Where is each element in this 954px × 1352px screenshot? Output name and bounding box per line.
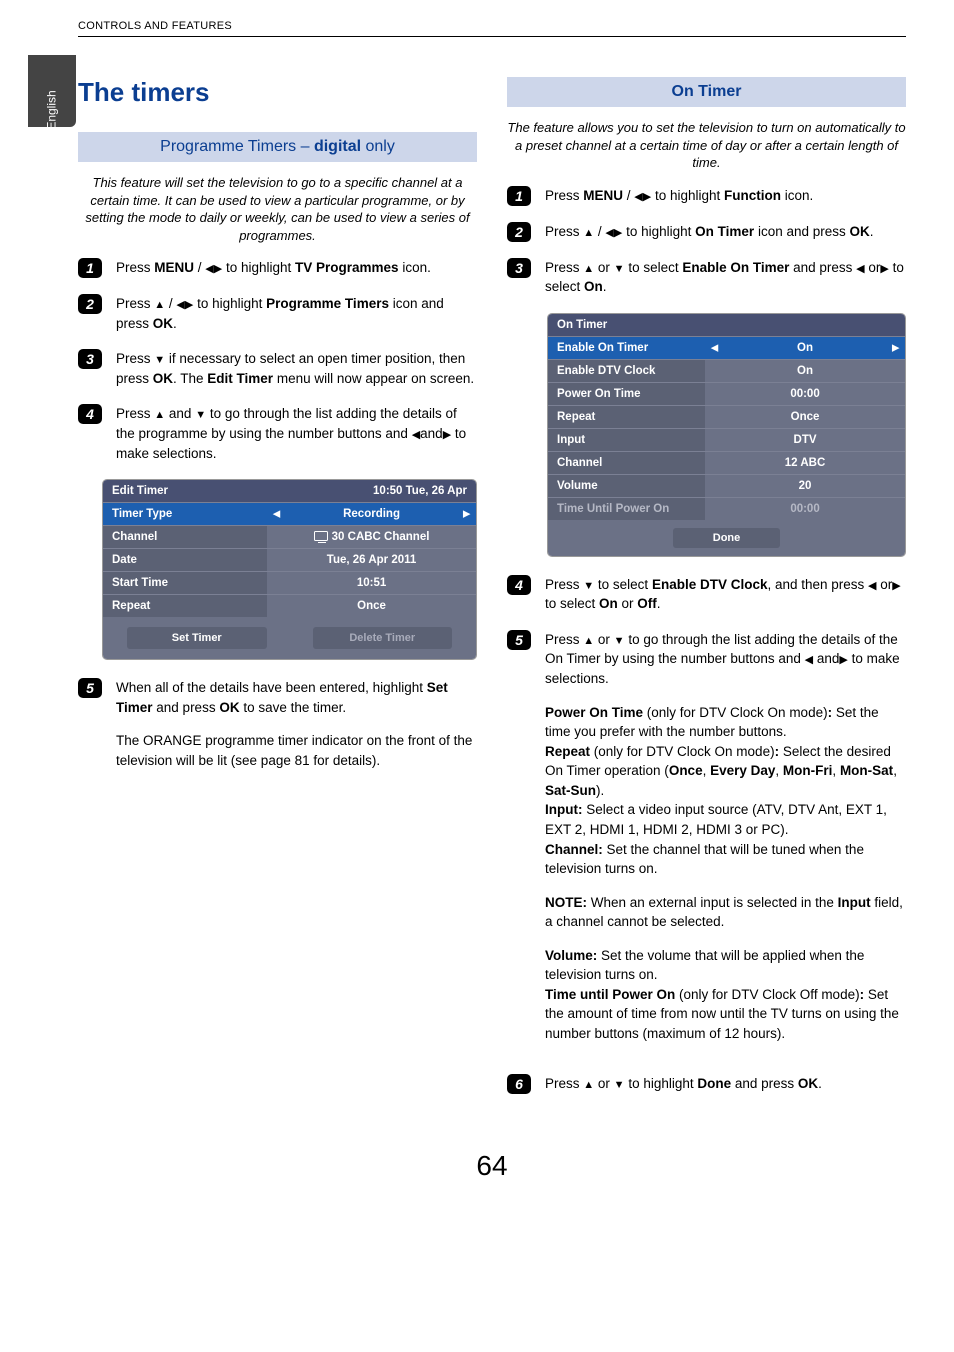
left-icon: ◀ — [412, 430, 420, 441]
left-icon: ◀ — [805, 655, 813, 666]
up-icon: ▲ — [154, 410, 165, 421]
menu-row-label: Volume — [548, 474, 705, 497]
left-column: The timers Programme Timers – digital on… — [78, 77, 477, 1110]
menu-row-value: ◀Recording▶ — [267, 502, 476, 525]
right-step-2: 2 Press ▲ / ◀▶ to highlight On Timer ico… — [507, 222, 906, 242]
left-icon: ◀ — [868, 581, 876, 592]
edit-timer-menu: Edit Timer 10:50 Tue, 26 Apr Timer Type … — [102, 479, 477, 660]
step-number-icon: 3 — [78, 349, 102, 369]
right-step-4: 4 Press ▼ to select Enable DTV Clock, an… — [507, 575, 906, 614]
menu-row-value: Once — [705, 405, 905, 428]
menu-row-label: Timer Type — [103, 502, 267, 525]
menu-title: Edit Timer — [112, 485, 168, 497]
done-button[interactable]: Done — [673, 528, 781, 548]
menu-row-label: Power On Time — [548, 382, 705, 405]
down-icon: ▼ — [614, 636, 625, 647]
down-icon: ▼ — [195, 410, 206, 421]
step-number-icon: 3 — [507, 258, 531, 278]
left-arrow-icon: ◀ — [711, 342, 718, 353]
step-number-icon: 4 — [78, 404, 102, 424]
delete-timer-button[interactable]: Delete Timer — [313, 627, 453, 649]
language-tab: English — [28, 55, 76, 127]
menu-row-label: Time Until Power On — [548, 497, 705, 520]
step-number-icon: 6 — [507, 1074, 531, 1094]
left-step-3: 3 Press ▼ if necessary to select an open… — [78, 349, 477, 388]
menu-row-label: Repeat — [103, 594, 267, 617]
programme-intro: This feature will set the television to … — [78, 174, 477, 244]
right-icon: ▶ — [892, 581, 900, 592]
menu-title: On Timer — [557, 319, 607, 331]
left-step-1: 1 Press MENU / ◀▶ to highlight TV Progra… — [78, 258, 477, 278]
menu-row-value: 20 — [705, 474, 905, 497]
menu-row-value: ◀On▶ — [705, 336, 905, 359]
right-icon: ▶ — [839, 655, 847, 666]
left-step-2: 2 Press ▲ / ◀▶ to highlight Programme Ti… — [78, 294, 477, 333]
right-arrow-icon: ▶ — [463, 509, 470, 520]
menu-row-value: 00:00 — [705, 382, 905, 405]
step-number-icon: 1 — [78, 258, 102, 278]
left-icon: ◀ — [856, 264, 864, 275]
menu-row-label: Channel — [103, 525, 267, 548]
down-icon: ▼ — [614, 1080, 625, 1091]
section-on-timer: On Timer — [507, 77, 906, 107]
left-right-icon: ◀▶ — [176, 300, 193, 311]
left-right-icon: ◀▶ — [605, 228, 622, 239]
step-number-icon: 2 — [78, 294, 102, 314]
right-column: On Timer The feature allows you to set t… — [507, 77, 906, 1110]
menu-row-label: Date — [103, 548, 267, 571]
menu-row-value: 10:51 — [267, 571, 476, 594]
menu-row-label: Enable On Timer — [548, 336, 705, 359]
menu-clock: 10:50 Tue, 26 Apr — [373, 485, 467, 497]
menu-row-value: On — [705, 359, 905, 382]
left-step-5: 5 When all of the details have been ente… — [78, 678, 477, 784]
right-icon: ▶ — [443, 430, 451, 441]
set-timer-button[interactable]: Set Timer — [127, 627, 267, 649]
step-number-icon: 1 — [507, 186, 531, 206]
menu-row-value: 12 ABC — [705, 451, 905, 474]
left-arrow-icon: ◀ — [273, 509, 280, 520]
down-icon: ▼ — [154, 355, 165, 366]
menu-row-label: Channel — [548, 451, 705, 474]
right-arrow-icon: ▶ — [892, 342, 899, 353]
up-icon: ▲ — [583, 636, 594, 647]
on-timer-menu: On Timer Enable On Timer ◀On▶ Enable DTV… — [547, 313, 906, 557]
left-step-4: 4 Press ▲ and ▼ to go through the list a… — [78, 404, 477, 463]
step-number-icon: 5 — [78, 678, 102, 698]
left-right-icon: ◀▶ — [205, 264, 222, 275]
right-icon: ▶ — [880, 264, 888, 275]
right-step-3: 3 Press ▲ or ▼ to select Enable On Timer… — [507, 258, 906, 297]
right-step-6: 6 Press ▲ or ▼ to highlight Done and pre… — [507, 1074, 906, 1094]
menu-row-value: 30 CABC Channel — [267, 525, 476, 548]
step-number-icon: 4 — [507, 575, 531, 595]
up-icon: ▲ — [583, 1080, 594, 1091]
tv-icon — [314, 531, 328, 541]
menu-row-label: Input — [548, 428, 705, 451]
menu-row-value: 00:00 — [705, 497, 905, 520]
menu-row-label: Enable DTV Clock — [548, 359, 705, 382]
page-number: 64 — [78, 1150, 906, 1182]
up-icon: ▲ — [583, 264, 594, 275]
right-step-5: 5 Press ▲ or ▼ to go through the list ad… — [507, 630, 906, 1058]
down-icon: ▼ — [583, 581, 594, 592]
menu-row-label: Repeat — [548, 405, 705, 428]
up-icon: ▲ — [154, 300, 165, 311]
section-programme-timers: Programme Timers – digital only — [78, 132, 477, 162]
menu-row-value: DTV — [705, 428, 905, 451]
right-step-1: 1 Press MENU / ◀▶ to highlight Function … — [507, 186, 906, 206]
menu-row-value: Tue, 26 Apr 2011 — [267, 548, 476, 571]
page-title: The timers — [78, 77, 477, 108]
step-number-icon: 5 — [507, 630, 531, 650]
left-right-icon: ◀▶ — [634, 192, 651, 203]
up-icon: ▲ — [583, 228, 594, 239]
page-header: CONTROLS AND FEATURES — [78, 20, 906, 37]
down-icon: ▼ — [614, 264, 625, 275]
step-number-icon: 2 — [507, 222, 531, 242]
menu-row-label: Start Time — [103, 571, 267, 594]
menu-row-value: Once — [267, 594, 476, 617]
on-timer-intro: The feature allows you to set the televi… — [507, 119, 906, 172]
